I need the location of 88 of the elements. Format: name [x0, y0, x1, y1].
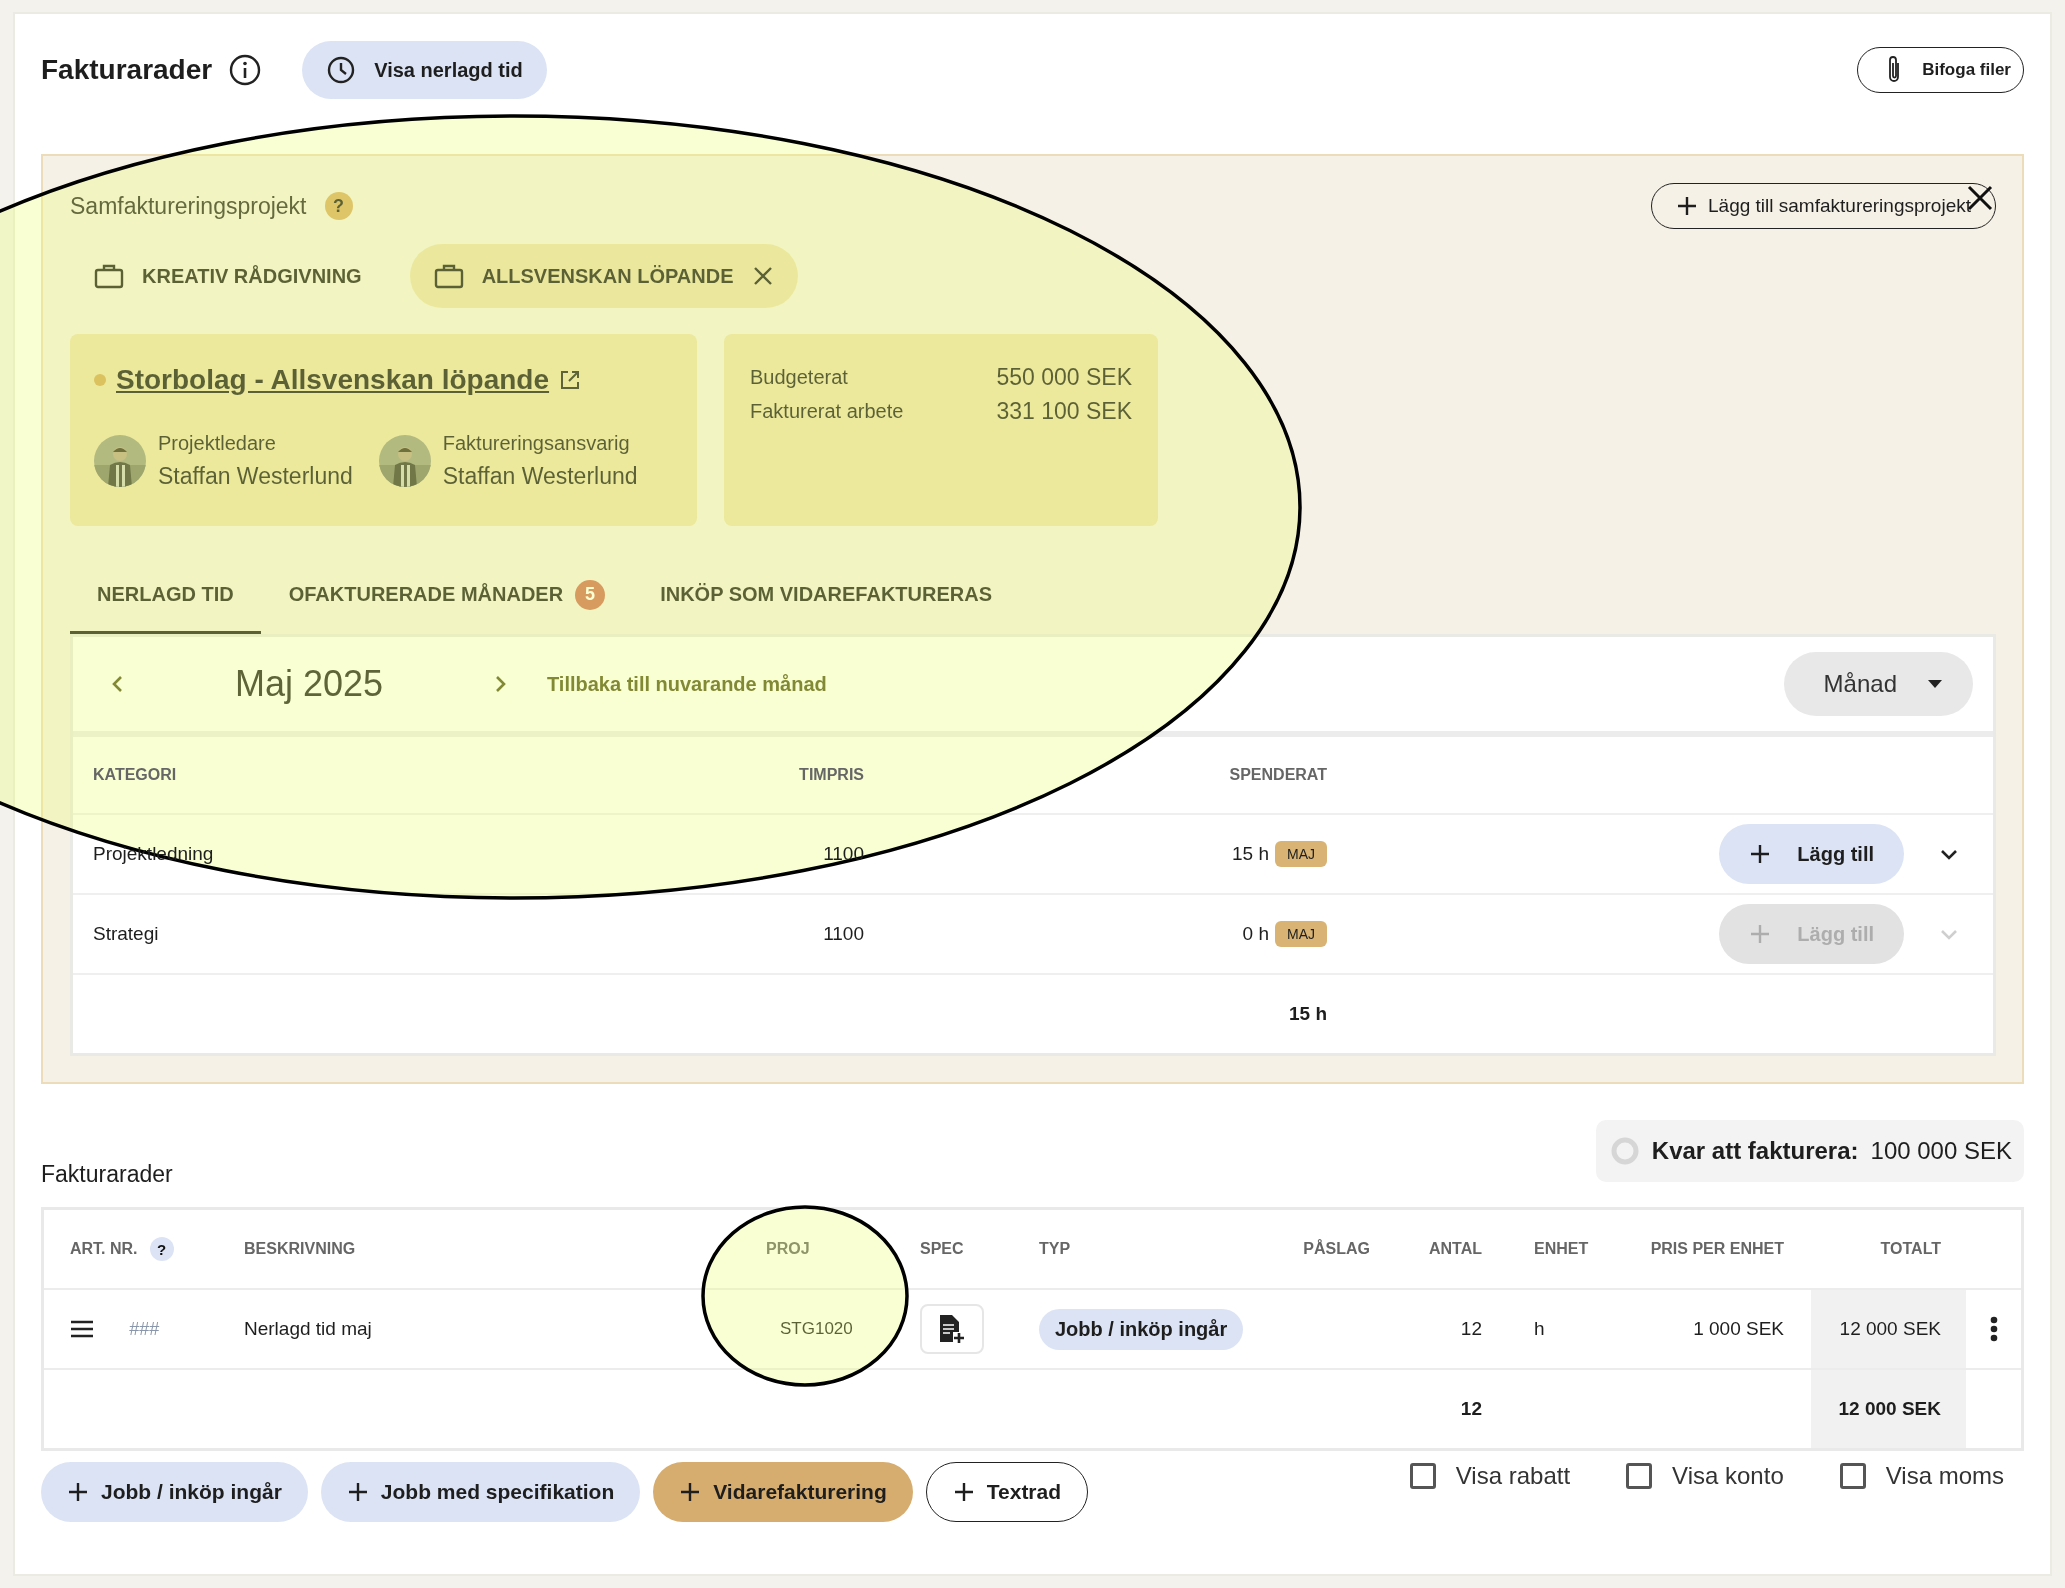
checkbox-label: Visa rabatt [1455, 1462, 1571, 1490]
month-tag: MAJ [1275, 841, 1327, 867]
role-label: Faktureringsansvarig [442, 432, 631, 455]
column-header: ANTAL [1428, 1240, 1482, 1258]
column-header: BESKRIVNING [244, 1240, 356, 1258]
project-link[interactable]: Storbolag - Allsvenskan löpande [116, 364, 550, 396]
plus-icon [679, 1481, 702, 1503]
column-header: ENHET [1534, 1240, 1589, 1258]
help-badge[interactable]: ? [149, 1237, 174, 1261]
table-cell: h [1534, 1318, 1545, 1340]
table-cell: STG1020 [780, 1319, 853, 1339]
tab[interactable]: INKÖP SOM VIDAREFAKTURERAS [633, 558, 1019, 634]
briefcase-icon [94, 263, 124, 289]
column-header: TIMPRIS [799, 766, 864, 784]
period-dropdown[interactable]: Månad [1783, 652, 1973, 716]
info-icon[interactable] [228, 53, 263, 87]
count-badge: 5 [575, 579, 606, 610]
table-cell: Nerlagd tid maj [244, 1318, 372, 1340]
budget-value: 550 000 SEK [996, 363, 1132, 392]
add-row-button[interactable]: Textrad [925, 1462, 1089, 1522]
caret-down-icon [1927, 679, 1943, 689]
table-cell: 0 h [1242, 923, 1269, 945]
plus-icon [67, 1481, 89, 1503]
project-chip[interactable]: KREATIV RÅDGIVNING [70, 244, 388, 308]
plus-icon [952, 1481, 975, 1503]
column-header: PROJ [766, 1240, 810, 1258]
person-name: Staffan Westerlund [158, 463, 353, 490]
column-header: TYP [1039, 1240, 1071, 1258]
column-header: PRIS PER ENHET [1650, 1240, 1784, 1258]
column-header: PÅSLAG [1303, 1240, 1370, 1258]
total-amount: 12 000 SEK [1838, 1398, 1941, 1420]
drag-handle-icon[interactable] [70, 1320, 94, 1338]
add-row-button[interactable]: Jobb med specifikation [320, 1462, 641, 1522]
plus-icon [1749, 923, 1772, 945]
column-header: KATEGORI [93, 766, 177, 784]
status-ring-icon [1609, 1136, 1640, 1166]
checkbox[interactable] [1409, 1463, 1436, 1489]
remaining-label: Kvar att fakturera: [1651, 1137, 1859, 1165]
remaining-value: 100 000 SEK [1870, 1137, 2012, 1165]
plus-icon [1676, 195, 1699, 217]
table-cell: 1 000 SEK [1693, 1318, 1784, 1340]
budget-label: Fakturerat arbete [750, 399, 904, 424]
role-label: Projektledare [158, 432, 277, 455]
attach-files-button[interactable]: Bifoga filer [1857, 47, 2024, 93]
table-cell: 1100 [823, 843, 864, 865]
show-time-button[interactable]: Visa nerlagd tid [302, 41, 547, 99]
budget-value: 331 100 SEK [996, 397, 1132, 426]
article-number-field[interactable]: ### [129, 1318, 219, 1340]
clock-icon [326, 55, 357, 85]
column-header: SPENDERAT [1229, 766, 1327, 784]
section-title: Fakturarader [41, 1161, 173, 1188]
table-cell: 12 [1460, 1318, 1482, 1340]
table-cell: 12 000 SEK [1839, 1318, 1941, 1340]
checkbox[interactable] [1839, 1463, 1866, 1489]
total-hours: 15 h [1288, 1003, 1327, 1025]
budget-label: Budgeterat [750, 365, 848, 390]
plus-icon [1749, 843, 1772, 865]
more-icon[interactable] [1989, 1316, 1998, 1342]
specification-button[interactable] [920, 1304, 984, 1354]
column-header: TOTALT [1880, 1240, 1941, 1258]
external-link-icon[interactable] [559, 369, 582, 391]
project-chip[interactable]: ALLSVENSKAN LÖPANDE [409, 244, 798, 308]
type-tag[interactable]: Jobb / inköp ingår [1039, 1308, 1244, 1350]
add-row-button[interactable]: Jobb / inköp ingår [41, 1462, 308, 1522]
current-month-link[interactable]: Tillbaka till nuvarande månad [547, 672, 827, 696]
checkbox[interactable] [1626, 1463, 1653, 1489]
table-cell: 1100 [823, 923, 864, 945]
table-cell: 15 h [1232, 843, 1269, 865]
status-dot [94, 374, 106, 386]
table-cell: Strategi [93, 923, 159, 945]
tab[interactable]: OFAKTURERADE MÅNADER 5 [261, 558, 633, 634]
person-name: Staffan Westerlund [442, 463, 638, 490]
column-header: SPEC [920, 1240, 964, 1258]
close-icon[interactable] [751, 265, 774, 287]
month-label: Maj 2025 [233, 663, 385, 705]
total-quantity: 12 [1460, 1398, 1482, 1420]
section-label: Samfaktureringsprojekt [70, 192, 307, 220]
column-header: ART. NR. [70, 1240, 138, 1258]
briefcase-icon [433, 263, 464, 289]
checkbox-label: Visa moms [1885, 1462, 2004, 1490]
plus-icon [346, 1481, 369, 1503]
month-tag: MAJ [1275, 921, 1327, 947]
add-button[interactable]: Lägg till [1719, 824, 1904, 884]
checkbox-label: Visa konto [1672, 1462, 1784, 1490]
section-title: Fakturarader [41, 54, 213, 86]
add-row-button[interactable]: Vidarefakturering [653, 1462, 913, 1522]
help-badge[interactable]: ? [324, 192, 353, 220]
document-plus-icon [938, 1314, 966, 1344]
